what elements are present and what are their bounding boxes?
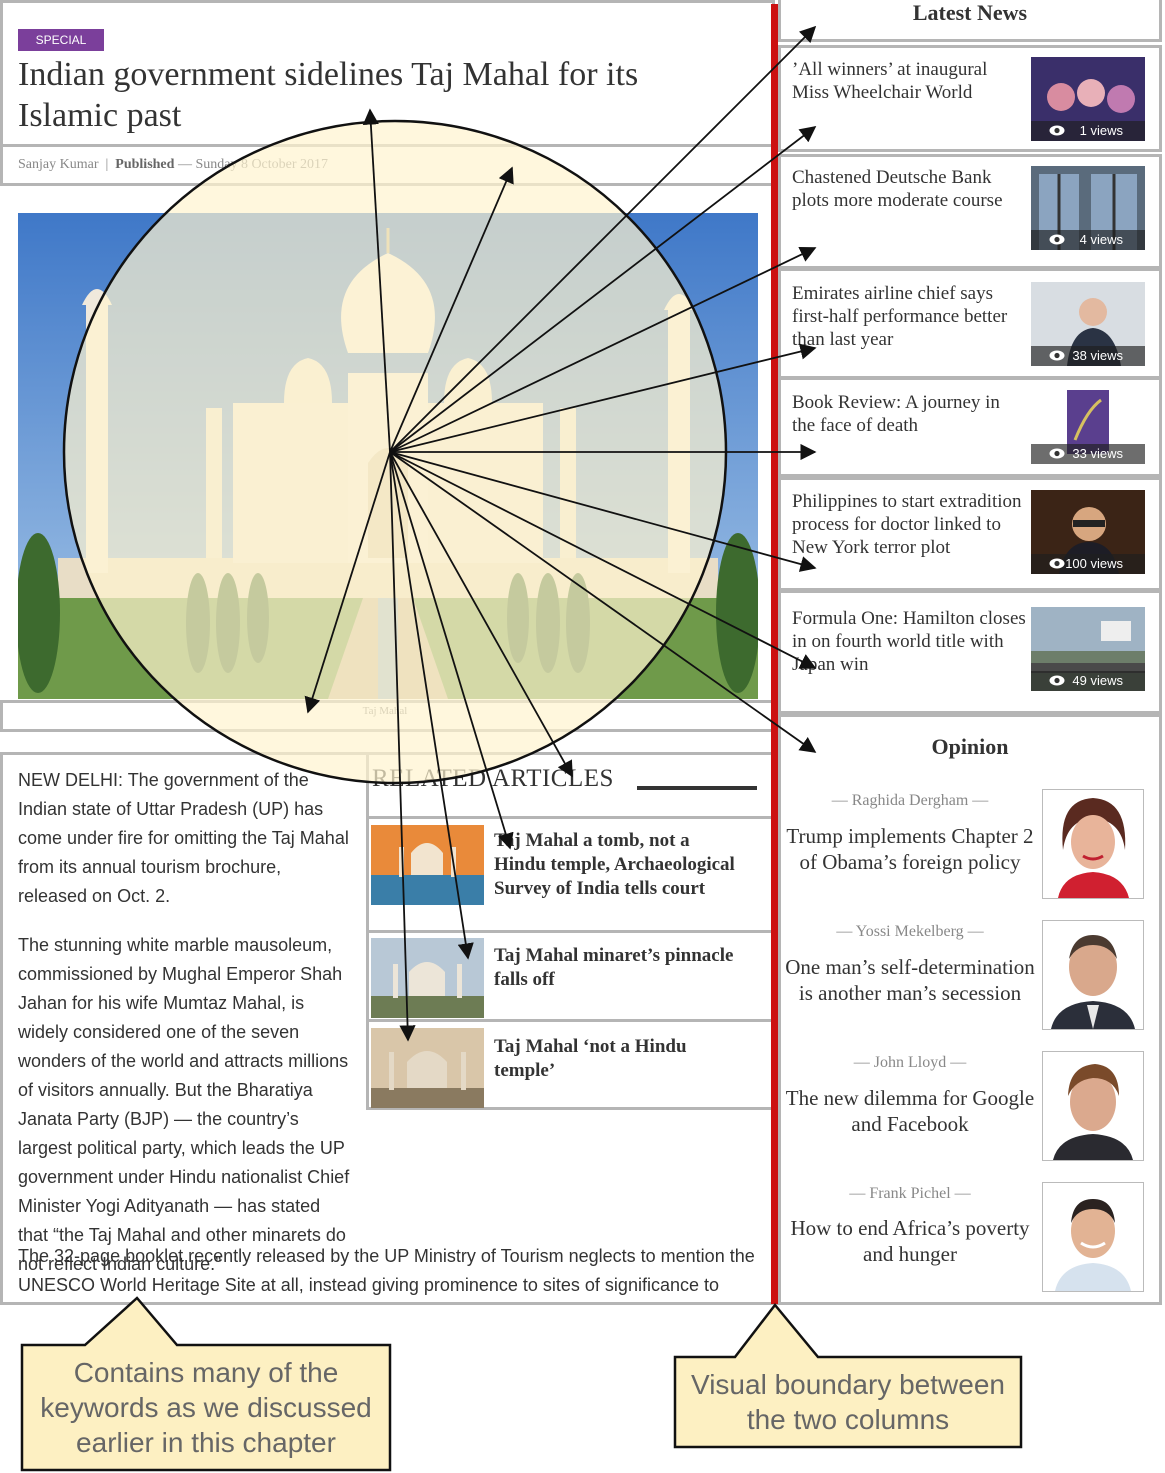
annotation-overlay	[20, 4, 1023, 1472]
right-callout-text: Visual boundary between the two columns	[691, 1369, 1005, 1435]
column-boundary-line	[771, 4, 778, 1304]
left-callout-text: Contains many of the keywords as we disc…	[40, 1357, 372, 1458]
